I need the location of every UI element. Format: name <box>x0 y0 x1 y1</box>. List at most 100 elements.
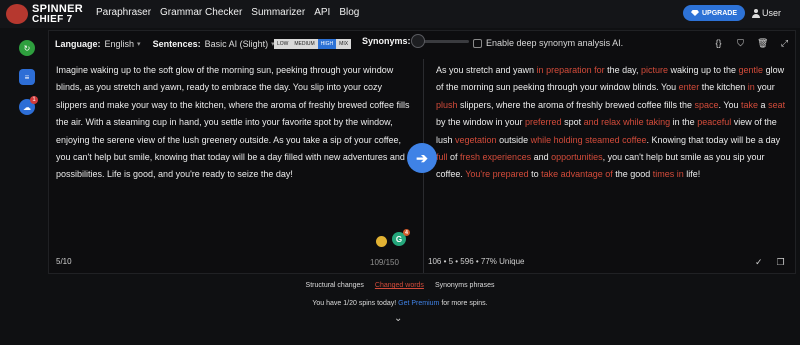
changed-word[interactable]: enter <box>679 82 700 92</box>
settings-toolbar: Language: English ▾ Sentences: Basic AI … <box>55 37 275 51</box>
output-actions: ✓ ❐ <box>755 257 785 268</box>
code-braces-icon[interactable]: {} <box>713 38 724 49</box>
spins-prefix: You have 1/20 spins today! <box>312 300 397 307</box>
changed-word[interactable]: You're prepared <box>465 169 528 179</box>
language-label: Language: <box>55 39 101 49</box>
mode-low[interactable]: LOW <box>274 39 292 49</box>
output-text-segment: in the <box>670 117 698 128</box>
user-menu[interactable]: User <box>752 8 781 18</box>
user-icon <box>752 8 760 18</box>
output-text-segment: the day, <box>604 65 641 75</box>
changed-word[interactable]: peaceful <box>697 117 731 127</box>
changed-word[interactable]: space <box>694 100 718 110</box>
changed-word[interactable]: and relax while taking <box>584 117 671 127</box>
nav-blog[interactable]: Blog <box>339 7 359 18</box>
spins-notice: You have 1/20 spins today! Get Premium f… <box>0 300 800 307</box>
changed-word[interactable]: take advantage of <box>541 169 613 179</box>
mode-mix[interactable]: MIX <box>336 39 352 49</box>
synonyms-label: Synonyms: <box>362 36 411 46</box>
changed-word[interactable]: in <box>748 82 755 92</box>
panel-tools: {} ⛉ 🗑 ⤢ <box>713 38 790 49</box>
output-text-segment: and <box>531 152 552 163</box>
upgrade-button[interactable]: UPGRADE <box>683 5 745 21</box>
tab-synonyms-phrases[interactable]: Synonyms phrases <box>435 282 495 289</box>
output-text-segment: by the window in your <box>436 117 526 128</box>
language-select[interactable]: English <box>105 39 135 49</box>
changed-word[interactable]: take <box>741 100 758 110</box>
check-circle-icon[interactable]: ✓ <box>755 257 763 268</box>
changed-word[interactable]: fresh experiences <box>460 152 531 162</box>
synonyms-slider[interactable] <box>411 34 469 48</box>
deep-analysis-checkbox[interactable] <box>473 38 482 48</box>
output-text-segment: . You <box>718 99 742 110</box>
output-text-segment: waking up to the <box>667 65 739 75</box>
deep-analysis-option[interactable]: Enable deep synonym analysis AI. <box>473 38 623 48</box>
logo-line-2: CHIEF 7 <box>32 14 73 25</box>
nav-api[interactable]: API <box>314 7 330 18</box>
output-text-segment: As you stretch and yawn <box>436 65 537 75</box>
top-navbar: SPINNER CHIEF 7 Paraphraser Grammar Chec… <box>0 0 800 28</box>
paraphrase-tool-icon[interactable]: ↻ <box>19 40 35 56</box>
output-text-segment: of <box>447 152 461 163</box>
upgrade-label: UPGRADE <box>701 9 737 17</box>
copy-icon[interactable]: ❐ <box>777 257 785 268</box>
changed-word[interactable]: gentle <box>739 65 764 75</box>
trash-icon[interactable]: 🗑 <box>757 38 768 49</box>
nav-summarizer[interactable]: Summarizer <box>251 7 305 18</box>
spins-suffix: for more spins. <box>439 300 488 307</box>
output-text-segment: life! <box>683 169 701 180</box>
result-tabs: Structural changes Changed words Synonym… <box>0 282 800 289</box>
changed-word[interactable]: preferred <box>525 117 562 127</box>
chevron-down-icon[interactable]: ⌄ <box>394 313 402 324</box>
document-icon[interactable]: ≡ <box>19 69 35 85</box>
changed-word[interactable]: while holding steamed coffee <box>531 135 647 145</box>
output-text-segment: the kitchen <box>699 82 748 93</box>
output-text-area[interactable]: As you stretch and yawn in preparation f… <box>436 62 786 184</box>
changed-word[interactable]: picture <box>641 65 668 75</box>
sentences-label: Sentences: <box>152 39 201 49</box>
nav-paraphraser[interactable]: Paraphraser <box>96 7 151 18</box>
output-text-segment: the good <box>612 169 653 180</box>
sentence-counter: 5/10 <box>56 257 72 266</box>
get-premium-link[interactable]: Get Premium <box>398 300 439 307</box>
output-stats: 106 • 5 • 596 • 77% Unique <box>428 257 525 266</box>
emoji-icon[interactable] <box>376 236 387 247</box>
output-text-segment: your <box>754 82 775 93</box>
changed-word[interactable]: seat <box>768 100 785 110</box>
output-text-segment: a <box>758 99 769 110</box>
sentences-select[interactable]: Basic AI (Slight) <box>205 39 269 49</box>
tab-changed-words[interactable]: Changed words <box>375 282 424 289</box>
mode-selector: LOW MEDIUM HIGH MIX <box>274 39 352 49</box>
deep-analysis-label: Enable deep synonym analysis AI. <box>486 38 624 48</box>
nav-grammar-checker[interactable]: Grammar Checker <box>160 7 242 18</box>
chevron-down-icon: ▾ <box>137 41 141 48</box>
notification-badge: 1 <box>30 96 38 104</box>
changed-word[interactable]: plush <box>436 100 458 110</box>
messages-icon[interactable]: ☁ 1 <box>19 96 38 115</box>
shield-icon[interactable]: ⛉ <box>735 38 746 49</box>
paraphraser-panel: Language: English ▾ Sentences: Basic AI … <box>48 30 796 274</box>
spinner-chief-logo[interactable]: SPINNER CHIEF 7 <box>6 2 90 26</box>
logo-badge-icon <box>6 4 28 24</box>
mode-medium[interactable]: MEDIUM <box>291 39 318 49</box>
changed-word[interactable]: full <box>436 152 448 162</box>
slider-handle[interactable] <box>411 34 425 48</box>
main-nav: Paraphraser Grammar Checker Summarizer A… <box>96 7 359 18</box>
user-label: User <box>762 8 782 18</box>
changed-word[interactable]: in preparation for <box>537 65 605 75</box>
output-text-segment: spot <box>561 117 584 128</box>
grammarly-badge: 4 <box>403 229 410 236</box>
expand-icon[interactable]: ⤢ <box>779 38 790 49</box>
changed-word[interactable]: times in <box>653 169 684 179</box>
output-text-segment: slippers, where the aroma of freshly bre… <box>457 99 695 110</box>
grammarly-icon[interactable]: G 4 <box>392 229 410 246</box>
diamond-icon <box>690 10 699 16</box>
paraphrase-arrow-button[interactable]: ➔ <box>407 143 437 173</box>
output-text-segment: . Knowing that today will be a day <box>646 134 781 145</box>
mode-high[interactable]: HIGH <box>317 39 337 49</box>
output-text-segment: to <box>528 169 542 180</box>
changed-word[interactable]: opportunities <box>551 152 603 162</box>
changed-word[interactable]: vegetation <box>455 135 497 145</box>
input-text-area[interactable]: Imagine waking up to the soft glow of th… <box>56 62 412 184</box>
tab-structural-changes[interactable]: Structural changes <box>306 282 364 289</box>
